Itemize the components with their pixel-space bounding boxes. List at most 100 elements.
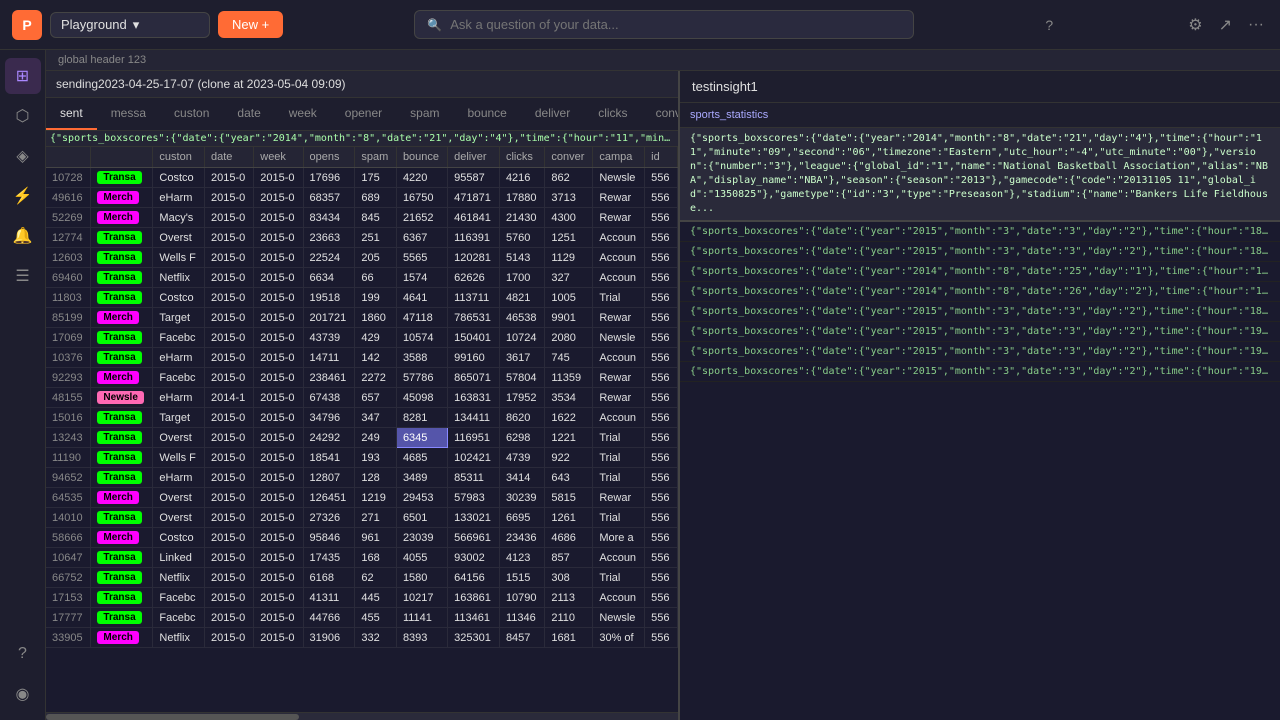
table-row[interactable]: 49616 Merch eHarm 2015-0 2015-0 68357 68… [46,188,678,208]
topbar-actions: ⚙ ↗ ··· [1184,11,1268,39]
cell-opens: 22524 [303,248,355,268]
help-icon[interactable]: ? [1045,17,1053,33]
table-row[interactable]: 12603 Transa Wells F 2015-0 2015-0 22524… [46,248,678,268]
table-row[interactable]: 48155 Newsle eHarm 2014-1 2015-0 67438 6… [46,388,678,408]
cell-conver: 308 [545,568,593,588]
cell-badge: Transa [91,248,153,268]
sidebar-item-alerts[interactable]: 🔔 [5,218,41,254]
table-row[interactable]: 69460 Transa Netflix 2015-0 2015-0 6634 … [46,268,678,288]
cell-campa: Rewar [593,488,645,508]
table-row[interactable]: 17153 Transa Facebc 2015-0 2015-0 41311 … [46,588,678,608]
json-row-highlight: {"sports_boxscores":{"date":{"year":"201… [680,128,1280,222]
cell-extra: 556 [645,228,678,248]
new-button[interactable]: New + [218,11,283,38]
cell-opens: 41311 [303,588,355,608]
cell-conver: 922 [545,448,593,468]
cell-date: 2015-0 [204,208,253,228]
tab-week[interactable]: week [275,98,331,130]
table-row[interactable]: 14010 Transa Overst 2015-0 2015-0 27326 … [46,508,678,528]
table-row[interactable]: 11190 Transa Wells F 2015-0 2015-0 18541… [46,448,678,468]
col-id [46,147,91,168]
horizontal-scrollbar[interactable] [46,712,678,720]
cell-spam: 205 [355,248,397,268]
cell-conver: 1622 [545,408,593,428]
search-input[interactable] [450,17,901,32]
cell-custon: Facebc [153,328,205,348]
table-row[interactable]: 15016 Transa Target 2015-0 2015-0 34796 … [46,408,678,428]
tab-spam[interactable]: spam [396,98,453,130]
table-row[interactable]: 12774 Transa Overst 2015-0 2015-0 23663 … [46,228,678,248]
cell-badge: Transa [91,268,153,288]
sidebar-item-queries[interactable]: ◈ [5,138,41,174]
table-row[interactable]: 13243 Transa Overst 2015-0 2015-0 24292 … [46,428,678,448]
cell-extra: 556 [645,468,678,488]
cell-conver: 3713 [545,188,593,208]
tab-messa[interactable]: messa [97,98,160,130]
cell-clicks: 6298 [499,428,544,448]
table-wrapper[interactable]: custon date week opens spam bounce deliv… [46,147,678,712]
bounce-cell: 11141 [396,608,447,628]
tab-conver[interactable]: conver [642,98,680,130]
scrollbar-thumb[interactable] [46,714,299,720]
table-row[interactable]: 58666 Merch Costco 2015-0 2015-0 95846 9… [46,528,678,548]
table-row[interactable]: 92293 Merch Facebc 2015-0 2015-0 238461 … [46,368,678,388]
table-row[interactable]: 64535 Merch Overst 2015-0 2015-0 126451 … [46,488,678,508]
cell-clicks: 5143 [499,248,544,268]
table-row[interactable]: 85199 Merch Target 2015-0 2015-0 201721 … [46,308,678,328]
cell-badge: Merch [91,488,153,508]
cell-date: 2015-0 [204,328,253,348]
table-row[interactable]: 10728 Transa Costco 2015-0 2015-0 17696 … [46,168,678,188]
tab-bounce[interactable]: bounce [453,98,520,130]
table-row[interactable]: 17069 Transa Facebc 2015-0 2015-0 43739 … [46,328,678,348]
table-row[interactable]: 66752 Transa Netflix 2015-0 2015-0 6168 … [46,568,678,588]
sidebar-item-home[interactable]: ⊞ [5,58,41,94]
cell-custon: Overst [153,508,205,528]
cell-deliver: 57983 [448,488,500,508]
search-bar[interactable]: 🔍 [414,10,914,39]
cell-clicks: 4739 [499,448,544,468]
cell-campa: Newsle [593,328,645,348]
sidebar-item-help[interactable]: ? [5,636,41,672]
right-panel-content[interactable]: {"sports_boxscores":{"date":{"year":"201… [680,128,1280,720]
tab-opener[interactable]: opener [331,98,396,130]
cell-clicks: 3414 [499,468,544,488]
cell-clicks: 4123 [499,548,544,568]
sidebar-item-insights[interactable]: ⚡ [5,178,41,214]
table-row[interactable]: 52269 Merch Macy's 2015-0 2015-0 83434 8… [46,208,678,228]
cell-clicks: 17880 [499,188,544,208]
table-row[interactable]: 33905 Merch Netflix 2015-0 2015-0 31906 … [46,628,678,648]
settings-icon[interactable]: ⚙ [1184,11,1206,39]
cell-deliver: 461841 [448,208,500,228]
share-icon[interactable]: ↗ [1215,11,1236,39]
cell-clicks: 8457 [499,628,544,648]
tab-deliver[interactable]: deliver [521,98,584,130]
tab-custon[interactable]: custon [160,98,223,130]
cell-badge: Transa [91,228,153,248]
cell-spam: 1219 [355,488,397,508]
table-row[interactable]: 17777 Transa Facebc 2015-0 2015-0 44766 … [46,608,678,628]
table-row[interactable]: 10647 Transa Linked 2015-0 2015-0 17435 … [46,548,678,568]
cell-badge: Transa [91,448,153,468]
tab-date[interactable]: date [223,98,274,130]
table-row[interactable]: 10376 Transa eHarm 2015-0 2015-0 14711 1… [46,348,678,368]
cell-deliver: 113711 [448,288,500,308]
cell-opens: 43739 [303,328,355,348]
cell-week: 2015-0 [254,508,303,528]
global-header: global header 123 [46,50,1280,71]
playground-selector[interactable]: Playground ▾ [50,12,210,38]
app-logo[interactable]: P [12,10,42,40]
tab-clicks[interactable]: clicks [584,98,641,130]
cell-id: 12603 [46,248,91,268]
sidebar-item-user[interactable]: ◉ [5,676,41,712]
cell-id: 92293 [46,368,91,388]
more-icon[interactable]: ··· [1244,11,1268,39]
sidebar-item-grid[interactable]: ⬡ [5,98,41,134]
cell-badge: Transa [91,328,153,348]
cell-extra: 556 [645,608,678,628]
col-campa: campa [593,147,645,168]
table-row[interactable]: 11803 Transa Costco 2015-0 2015-0 19518 … [46,288,678,308]
table-row[interactable]: 94652 Transa eHarm 2015-0 2015-0 12807 1… [46,468,678,488]
sidebar-item-logs[interactable]: ☰ [5,258,41,294]
query-row: {"sports_boxscores":{"date":{"year":"201… [46,131,678,147]
tab-sent[interactable]: sent [46,98,97,130]
